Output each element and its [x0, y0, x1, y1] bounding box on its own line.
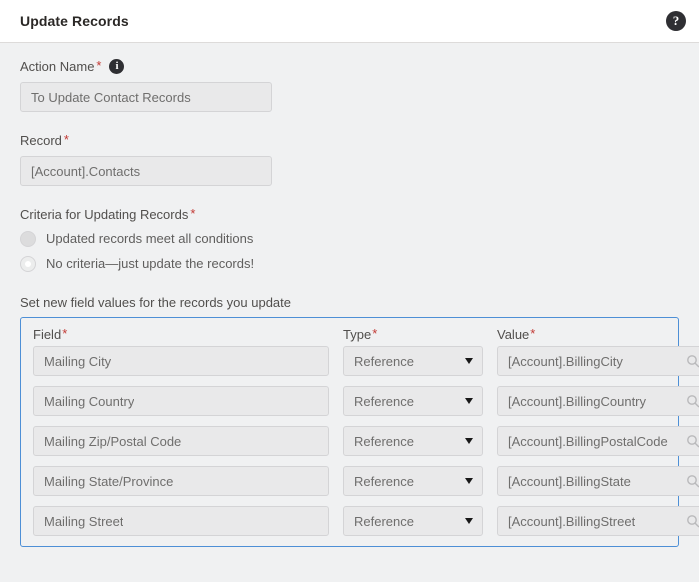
help-circle-icon[interactable]: ?	[666, 11, 686, 31]
value-input-value: [Account].BillingPostalCode	[508, 434, 668, 449]
radio-button-unselected[interactable]	[20, 231, 36, 247]
value-input-value: [Account].BillingCountry	[508, 394, 646, 409]
field-input-value: Mailing City	[44, 354, 111, 369]
action-name-input[interactable]: To Update Contact Records	[20, 82, 272, 112]
criteria-option-label: No criteria—just update the records!	[46, 256, 254, 271]
required-asterisk: *	[372, 327, 377, 340]
record-label: Record*	[20, 133, 679, 148]
field-input[interactable]: Mailing City	[33, 346, 329, 376]
required-asterisk: *	[190, 207, 195, 220]
field-input[interactable]: Mailing Country	[33, 386, 329, 416]
field-values-caption: Set new field values for the records you…	[20, 295, 679, 310]
table-row: Mailing State/Province Reference [Accoun…	[33, 466, 666, 496]
column-header-field: Field*	[33, 327, 329, 342]
search-icon[interactable]	[686, 474, 699, 488]
type-select[interactable]: Reference	[343, 466, 483, 496]
field-values-header-row: Field* Type* Value*	[33, 327, 666, 342]
chevron-down-icon[interactable]	[465, 358, 473, 364]
required-asterisk: *	[62, 327, 67, 340]
type-select[interactable]: Reference	[343, 386, 483, 416]
type-select-value: Reference	[354, 394, 414, 409]
search-icon[interactable]	[686, 354, 699, 368]
type-select[interactable]: Reference	[343, 346, 483, 376]
required-asterisk: *	[64, 133, 69, 146]
record-value: [Account].Contacts	[31, 164, 140, 179]
value-input[interactable]: [Account].BillingState	[497, 466, 699, 496]
chevron-down-icon[interactable]	[465, 398, 473, 404]
field-input[interactable]: Mailing Zip/Postal Code	[33, 426, 329, 456]
required-asterisk: *	[96, 59, 101, 72]
field-input[interactable]: Mailing Street	[33, 506, 329, 536]
type-select[interactable]: Reference	[343, 506, 483, 536]
value-input[interactable]: [Account].BillingCountry	[497, 386, 699, 416]
criteria-option-all-conditions[interactable]: Updated records meet all conditions	[20, 226, 679, 251]
radio-button-selected[interactable]	[20, 256, 36, 272]
value-input-value: [Account].BillingCity	[508, 354, 623, 369]
field-input-value: Mailing Country	[44, 394, 134, 409]
field-values-panel: Field* Type* Value* Mailing City Referen…	[20, 317, 679, 547]
criteria-option-label: Updated records meet all conditions	[46, 231, 253, 246]
form-body: Action Name* i To Update Contact Records…	[0, 43, 699, 582]
record-input[interactable]: [Account].Contacts	[20, 156, 272, 186]
field-input-value: Mailing Street	[44, 514, 123, 529]
action-name-value: To Update Contact Records	[31, 90, 191, 105]
table-row: Mailing Country Reference [Account].Bill…	[33, 386, 666, 416]
type-select-value: Reference	[354, 434, 414, 449]
value-input-value: [Account].BillingStreet	[508, 514, 635, 529]
required-asterisk: *	[530, 327, 535, 340]
type-select[interactable]: Reference	[343, 426, 483, 456]
value-input-value: [Account].BillingState	[508, 474, 631, 489]
record-label-text: Record	[20, 133, 62, 148]
table-row: Mailing Zip/Postal Code Reference [Accou…	[33, 426, 666, 456]
search-icon[interactable]	[686, 394, 699, 408]
value-input[interactable]: [Account].BillingStreet	[497, 506, 699, 536]
page-title: Update Records	[20, 13, 129, 29]
column-header-type: Type*	[343, 327, 483, 342]
table-row: Mailing City Reference [Account].Billing…	[33, 346, 666, 376]
criteria-option-no-criteria[interactable]: No criteria—just update the records!	[20, 251, 679, 276]
chevron-down-icon[interactable]	[465, 438, 473, 444]
action-name-label: Action Name* i	[20, 59, 679, 74]
chevron-down-icon[interactable]	[465, 518, 473, 524]
search-icon[interactable]	[686, 434, 699, 448]
field-input-value: Mailing State/Province	[44, 474, 173, 489]
chevron-down-icon[interactable]	[465, 478, 473, 484]
column-header-type-text: Type	[343, 327, 371, 342]
criteria-label: Criteria for Updating Records*	[20, 207, 679, 222]
field-input-value: Mailing Zip/Postal Code	[44, 434, 181, 449]
column-header-value-text: Value	[497, 327, 529, 342]
window-titlebar: Update Records ?	[0, 0, 699, 43]
search-icon[interactable]	[686, 514, 699, 528]
column-header-value: Value*	[497, 327, 699, 342]
type-select-value: Reference	[354, 514, 414, 529]
info-circle-icon[interactable]: i	[109, 59, 124, 74]
action-name-label-text: Action Name	[20, 59, 94, 74]
value-input[interactable]: [Account].BillingPostalCode	[497, 426, 699, 456]
field-input[interactable]: Mailing State/Province	[33, 466, 329, 496]
value-input[interactable]: [Account].BillingCity	[497, 346, 699, 376]
criteria-label-text: Criteria for Updating Records	[20, 207, 188, 222]
table-row: Mailing Street Reference [Account].Billi…	[33, 506, 666, 536]
type-select-value: Reference	[354, 474, 414, 489]
type-select-value: Reference	[354, 354, 414, 369]
column-header-field-text: Field	[33, 327, 61, 342]
